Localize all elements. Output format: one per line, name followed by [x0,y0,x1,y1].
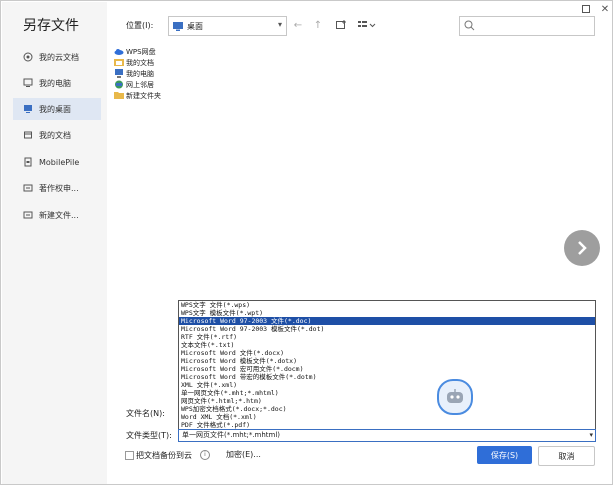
chevron-down-icon: ▾ [589,431,593,439]
chevron-down-icon: ▾ [277,20,282,29]
info-icon[interactable]: i [200,450,210,460]
desktop-icon [23,104,33,114]
sidebar-item-new-folder[interactable]: 新建文件... [13,204,101,226]
sidebar-item-label: 新建文件... [39,210,79,220]
file-type-option[interactable]: Microsoft Word 带宏的模板文件(*.dotm) [179,373,595,381]
back-arrow-icon[interactable]: ← [291,18,305,32]
sidebar-item-my-computer[interactable]: 我的电脑 [13,72,101,94]
file-type-option[interactable]: 单一网页文件(*.mht;*.mhtml) [179,389,595,397]
computer-icon [114,69,124,78]
up-arrow-icon[interactable]: ↑ [311,18,325,32]
new-folder-icon[interactable] [334,18,348,32]
computer-icon [23,78,33,88]
file-type-option[interactable]: Microsoft Word 97-2003 模板文件(*.dot) [179,325,595,333]
file-type-option[interactable]: WPS文字 文件(*.wps) [179,301,595,309]
cloud-doc-icon [23,52,33,62]
filetype-select[interactable]: 单一网页文件(*.mht;*.mhtml) ▾ [178,429,596,442]
search-icon [464,20,475,33]
close-icon[interactable]: ✕ [599,3,611,15]
file-type-option[interactable]: 文本文件(*.txt) [179,341,595,349]
maximize-icon[interactable] [580,3,592,15]
file-item-label: WPS网盘 [126,47,156,56]
file-item-label: 新建文件夹 [126,91,161,100]
sidebar-item-label: 我的云文档 [39,52,79,62]
desktop-icon [173,21,183,31]
file-type-option[interactable]: Microsoft Word 文件(*.docx) [179,349,595,357]
cloud-icon [114,47,124,56]
location-label: 位置(I): [126,21,154,30]
file-item-network[interactable]: 网上邻居 [114,79,154,90]
file-type-option[interactable]: XML 文件(*.xml) [179,381,595,389]
save-button[interactable]: 保存(S) [477,446,532,464]
sidebar-item-label: 我的桌面 [39,104,71,114]
view-mode-icon[interactable] [356,18,378,32]
file-item-new-folder[interactable]: 新建文件夹 [114,90,161,101]
encrypt-button[interactable]: 加密(E)... [226,449,261,460]
network-icon [114,80,124,89]
file-type-option[interactable]: Microsoft Word 模板文件(*.dotx) [179,357,595,365]
file-type-option[interactable]: 网页文件(*.html;*.htm) [179,397,595,405]
backup-cloud-checkbox[interactable] [125,451,134,460]
sidebar-item-my-documents[interactable]: 我的文档 [13,124,101,146]
location-select[interactable]: 桌面 ▾ [168,16,287,36]
sidebar-item-label: 我的电脑 [39,78,71,88]
file-item-my-documents[interactable]: 我的文档 [114,57,154,68]
search-input[interactable] [459,16,595,36]
sidebar-item-label: 我的文档 [39,130,71,140]
file-type-option[interactable]: WPS文字 模板文件(*.wpt) [179,309,595,317]
sidebar-item-my-desktop[interactable]: 我的桌面 [13,98,101,120]
file-type-option[interactable]: WPS加密文档格式(*.docx;*.doc) [179,405,595,413]
folder-icon [23,210,33,220]
file-item-label: 我的文档 [126,58,154,67]
dialog-title: 另存文件 [23,18,79,34]
sidebar-item-copyright-folder[interactable]: 著作权申... [13,177,101,199]
assistant-robot-icon[interactable] [437,379,473,415]
cancel-button[interactable]: 取消 [538,446,595,466]
file-type-dropdown-list: WPS文字 文件(*.wps) WPS文字 模板文件(*.wpt) Micros… [178,300,596,431]
file-item-label: 我的电脑 [126,69,154,78]
mobile-icon [23,157,33,167]
file-item-label: 网上邻居 [126,80,154,89]
location-value: 桌面 [187,21,203,31]
filetype-value: 单一网页文件(*.mht;*.mhtml) [182,431,281,439]
chevron-right-icon [578,241,587,255]
save-dialog: 另存文件 我的云文档 我的电脑 我的桌面 我的文档 MobilePile 著作权… [0,0,613,485]
file-type-option[interactable]: RTF 文件(*.rtf) [179,333,595,341]
file-type-option[interactable]: Word XML 文档(*.xml) [179,413,595,421]
file-item-wps-cloud[interactable]: WPS网盘 [114,46,156,57]
sidebar-item-label: MobilePile [39,157,80,167]
folder-icon [114,91,124,100]
file-type-option-selected[interactable]: Microsoft Word 97-2003 文件(*.doc) [179,317,595,325]
filetype-label: 文件类型(T): [126,431,172,440]
filename-label: 文件名(N): [126,409,165,418]
backup-cloud-label: 把文档备份到云 [136,451,192,460]
document-icon [23,130,33,140]
sidebar-item-mobilepile[interactable]: MobilePile [13,151,101,173]
file-item-my-computer[interactable]: 我的电脑 [114,68,154,79]
sidebar-item-cloud-docs[interactable]: 我的云文档 [13,46,101,68]
file-type-option[interactable]: Microsoft Word 宏可用文件(*.docm) [179,365,595,373]
next-arrow-button[interactable] [564,230,600,266]
sidebar-item-label: 著作权申... [39,183,79,193]
folder-icon [23,183,33,193]
folder-icon [114,58,124,67]
